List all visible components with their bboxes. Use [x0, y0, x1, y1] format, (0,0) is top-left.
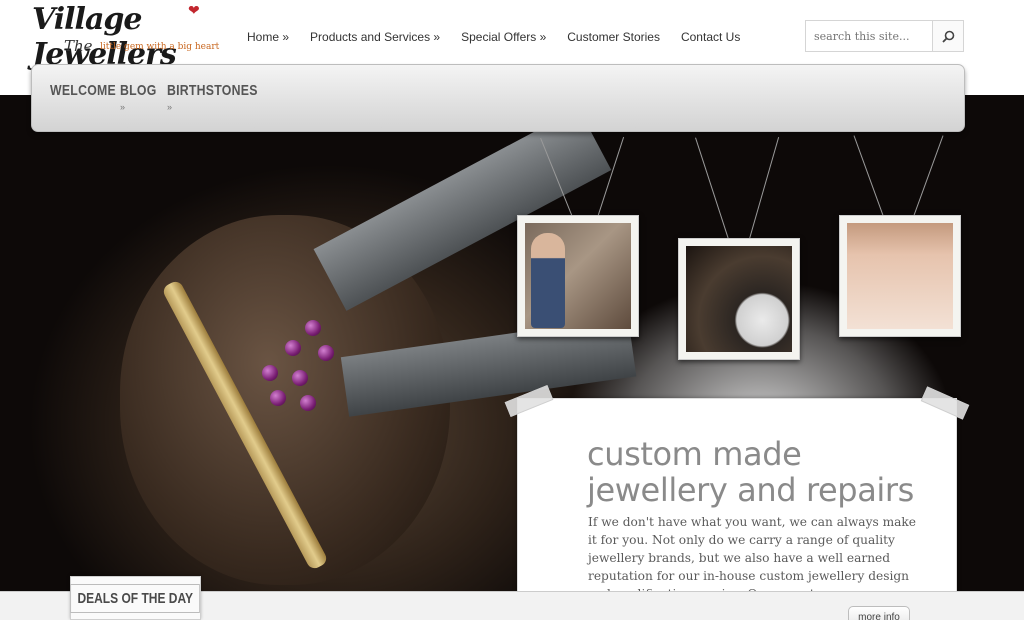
nav-item-customer-stories[interactable]: Customer Stories [567, 30, 660, 44]
hanging-string [747, 136, 780, 244]
hanging-string [913, 135, 944, 216]
submenu-arrow-icon: » [167, 102, 173, 112]
search-button[interactable] [932, 21, 963, 51]
menu-item-birthstones[interactable]: BIRTHSTONES [167, 82, 258, 99]
gem [262, 365, 278, 381]
hero-body-text: If we don't have what you want, we can a… [588, 515, 917, 601]
page: Village Jewellers ❤ The little gem with … [0, 0, 1024, 620]
search-box [805, 20, 964, 52]
search-icon [941, 30, 954, 43]
menu-item-blog[interactable]: BLOG [120, 82, 157, 99]
submenu-arrow-icon: » [120, 102, 126, 112]
hero-heading: custom made jewellery and repairs [587, 436, 927, 508]
gem [300, 395, 316, 411]
logo-tagline: little gem with a big heart [100, 42, 220, 52]
tape-decoration [920, 386, 970, 420]
nav-item-contact-us[interactable]: Contact Us [681, 30, 740, 44]
heart-icon: ❤ [188, 2, 200, 18]
hero-banner: custom made jewellery and repairs If we … [0, 95, 1024, 601]
top-navigation: Home » Products and Services » Special O… [247, 30, 740, 44]
gem [292, 370, 308, 386]
photo-rings-display [839, 215, 961, 337]
search-input[interactable] [806, 21, 932, 51]
site-logo[interactable]: Village Jewellers ❤ The little gem with … [30, 2, 220, 72]
nav-item-products-services[interactable]: Products and Services » [310, 30, 440, 44]
deals-of-the-day-label: DEALS OF THE DAY [70, 583, 201, 613]
gem [305, 320, 321, 336]
more-info-button[interactable]: more info [848, 606, 910, 620]
hero-heading-line2: jewellery and repairs [587, 471, 914, 509]
hero-heading-line1: custom made [587, 435, 802, 473]
gem [270, 390, 286, 406]
photo-workbench [678, 238, 800, 360]
logo-the: The [64, 37, 93, 55]
hanging-string [695, 137, 730, 243]
nav-item-home[interactable]: Home » [247, 30, 289, 44]
hanging-string [853, 135, 884, 216]
nav-item-special-offers[interactable]: Special Offers » [461, 30, 546, 44]
hanging-string [596, 136, 625, 219]
deals-of-the-day-tab[interactable]: DEALS OF THE DAY [70, 576, 201, 620]
menu-item-welcome[interactable]: WELCOME [50, 82, 116, 99]
gem [318, 345, 334, 361]
photo-jeweller-portrait [517, 215, 639, 337]
gem [285, 340, 301, 356]
hero-content-card: custom made jewellery and repairs If we … [504, 384, 970, 601]
secondary-menu: WELCOME BLOG » BIRTHSTONES » [31, 64, 965, 132]
